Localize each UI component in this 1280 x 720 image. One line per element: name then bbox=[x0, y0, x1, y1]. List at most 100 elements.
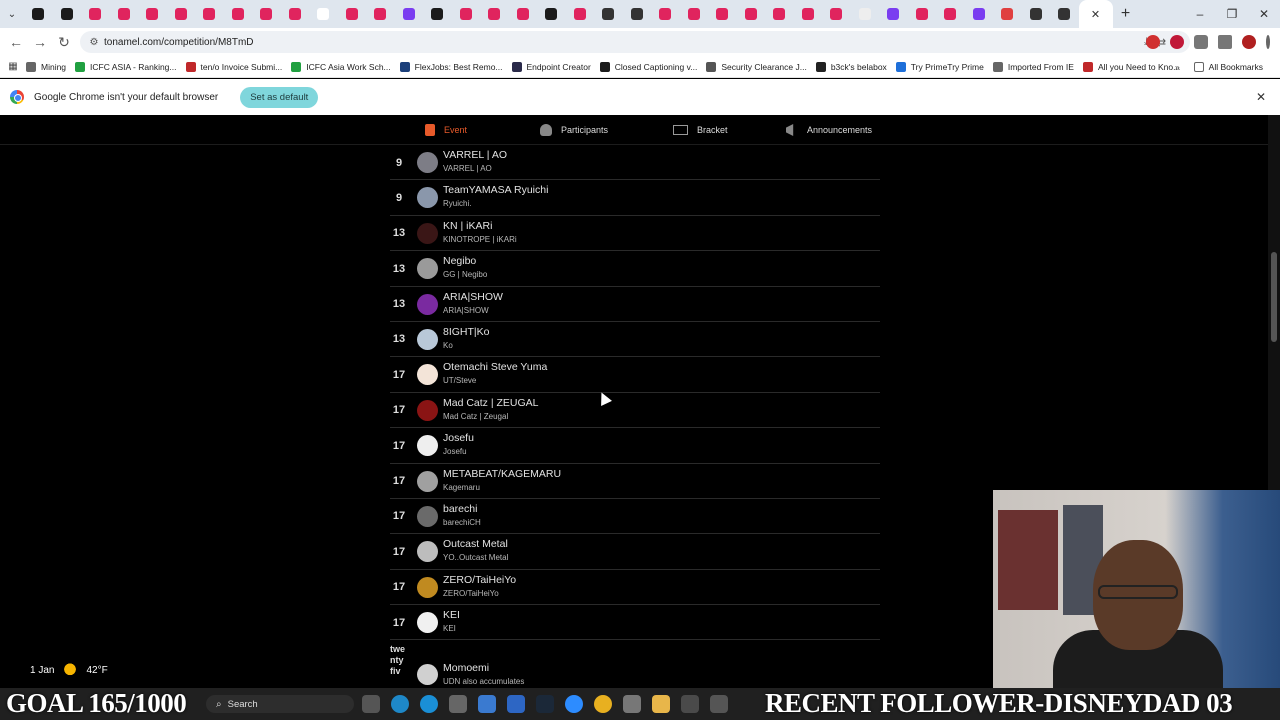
more-bookmarks-button[interactable]: » bbox=[1175, 62, 1180, 72]
participant-name[interactable]: 8IGHT|Ko bbox=[443, 326, 490, 338]
bookmark-item[interactable]: Mining bbox=[26, 61, 66, 72]
participant-name[interactable]: barechi bbox=[443, 503, 477, 515]
new-tab-button[interactable]: + bbox=[1113, 5, 1139, 23]
participant-name[interactable]: ARIA|SHOW bbox=[443, 291, 503, 303]
browser-tab[interactable] bbox=[965, 0, 994, 28]
browser-tab[interactable] bbox=[765, 0, 794, 28]
profile-avatar[interactable] bbox=[1242, 35, 1256, 49]
browser-tab[interactable] bbox=[822, 0, 851, 28]
store-icon[interactable] bbox=[507, 695, 525, 713]
browser-tab[interactable] bbox=[566, 0, 595, 28]
browser-tab[interactable] bbox=[1022, 0, 1051, 28]
standing-row[interactable]: 17 ZERO/TaiHeiYo ZERO/TaiHeiYo bbox=[390, 570, 880, 606]
standing-row[interactable]: 17 Josefu Josefu bbox=[390, 428, 880, 464]
participant-name[interactable]: KEI bbox=[443, 609, 460, 621]
browser-tab[interactable] bbox=[908, 0, 937, 28]
skype-icon[interactable] bbox=[420, 695, 438, 713]
standing-row[interactable]: 13 KN | iKARi KINOTROPE | iKARi bbox=[390, 216, 880, 252]
address-bar[interactable]: ⚙ tonamel.com/competition/M8TmD ⤓ ⇄ ☆ bbox=[80, 31, 1190, 53]
participant-name[interactable]: TeamYAMASA Ryuichi bbox=[443, 184, 548, 196]
close-window-button[interactable]: ✕ bbox=[1248, 0, 1280, 28]
standing-row[interactable]: 13 ARIA|SHOW ARIA|SHOW bbox=[390, 287, 880, 322]
bookmark-item[interactable]: Security Clearance J... bbox=[706, 61, 807, 72]
site-info-icon[interactable]: ⚙ bbox=[84, 37, 104, 48]
browser-tab[interactable] bbox=[708, 0, 737, 28]
app-icon[interactable] bbox=[623, 695, 641, 713]
browser-tab[interactable] bbox=[452, 0, 481, 28]
bookmark-item[interactable]: Try PrimeTry Prime bbox=[895, 61, 984, 72]
steam-icon[interactable] bbox=[536, 695, 554, 713]
app-icon[interactable] bbox=[449, 695, 467, 713]
browser-tab[interactable] bbox=[794, 0, 823, 28]
browser-tab[interactable] bbox=[509, 0, 538, 28]
set-as-default-button[interactable]: Set as default bbox=[240, 86, 319, 108]
browser-tab[interactable] bbox=[366, 0, 395, 28]
apps-grid-icon[interactable]: ▦ bbox=[0, 61, 26, 72]
bookmark-item[interactable]: ICFC ASIA - Ranking... bbox=[75, 61, 177, 72]
avatar[interactable] bbox=[417, 187, 438, 209]
avatar[interactable] bbox=[417, 364, 438, 386]
file-explorer-icon[interactable] bbox=[652, 695, 670, 713]
avatar[interactable] bbox=[417, 664, 438, 686]
restore-button[interactable]: ❐ bbox=[1216, 0, 1248, 28]
avatar[interactable] bbox=[417, 470, 438, 492]
forward-icon[interactable]: → bbox=[28, 34, 52, 50]
avatar[interactable] bbox=[417, 222, 438, 244]
bookmark-item[interactable]: FlexJobs: Best Remo... bbox=[399, 61, 503, 72]
app-icon[interactable] bbox=[710, 695, 728, 713]
standing-row[interactable]: 17 KEI KEI bbox=[390, 605, 880, 641]
zoom-icon[interactable] bbox=[565, 695, 583, 713]
participant-name[interactable]: Outcast Metal bbox=[443, 538, 508, 550]
browser-tab[interactable] bbox=[594, 0, 623, 28]
minimize-button[interactable]: – bbox=[1184, 0, 1216, 28]
participant-name[interactable]: ZERO/TaiHeiYo bbox=[443, 574, 516, 586]
extension-icon[interactable] bbox=[1170, 35, 1184, 49]
browser-tab[interactable] bbox=[224, 0, 253, 28]
participant-name[interactable]: METABEAT/KAGEMARU bbox=[443, 468, 561, 480]
back-icon[interactable]: ← bbox=[4, 34, 28, 50]
avatar[interactable] bbox=[417, 612, 438, 634]
avatar[interactable] bbox=[417, 576, 438, 598]
browser-tab[interactable] bbox=[138, 0, 167, 28]
extensions-puzzle-icon[interactable] bbox=[1194, 35, 1208, 49]
avatar[interactable] bbox=[417, 258, 438, 280]
bookmark-item[interactable]: Endpoint Creator bbox=[511, 61, 591, 72]
browser-tab[interactable] bbox=[309, 0, 338, 28]
participant-name[interactable]: Josefu bbox=[443, 432, 474, 444]
app-icon[interactable] bbox=[681, 695, 699, 713]
browser-tab[interactable] bbox=[167, 0, 196, 28]
avatar[interactable] bbox=[417, 541, 438, 563]
tab-bracket[interactable]: Bracket bbox=[673, 115, 728, 145]
taskbar-search[interactable]: ⌕ Search bbox=[206, 695, 354, 713]
browser-tab[interactable] bbox=[651, 0, 680, 28]
avatar[interactable] bbox=[417, 399, 438, 421]
bookmark-item[interactable]: b3ck's belabox bbox=[815, 61, 887, 72]
tab-search-icon[interactable] bbox=[1218, 35, 1232, 49]
browser-tab[interactable] bbox=[81, 0, 110, 28]
menu-icon[interactable] bbox=[1266, 35, 1270, 49]
reload-icon[interactable]: ↻ bbox=[52, 34, 76, 51]
participant-name[interactable]: Otemachi Steve Yuma bbox=[443, 361, 547, 373]
chrome-icon[interactable] bbox=[594, 695, 612, 713]
avatar[interactable] bbox=[417, 435, 438, 457]
standing-row[interactable]: 17 Mad Catz | ZEUGAL Mad Catz | Zeugal bbox=[390, 393, 880, 429]
task-view-icon[interactable] bbox=[362, 695, 380, 713]
all-bookmarks-button[interactable]: All Bookmarks bbox=[1193, 62, 1263, 72]
avatar[interactable] bbox=[417, 152, 438, 173]
browser-tab[interactable] bbox=[537, 0, 566, 28]
participant-name[interactable]: Negibo bbox=[443, 255, 476, 267]
tab-active[interactable]: ✕ bbox=[1078, 0, 1113, 28]
tab-search-dropdown-icon[interactable]: ⌄ bbox=[0, 0, 24, 28]
browser-tab[interactable] bbox=[195, 0, 224, 28]
participant-name[interactable]: Momoemi bbox=[443, 662, 489, 674]
browser-tab[interactable] bbox=[879, 0, 908, 28]
bookmark-item[interactable]: All you Need to Kno... bbox=[1082, 61, 1180, 72]
participant-name[interactable]: VARREL | AO bbox=[443, 149, 507, 161]
avatar[interactable] bbox=[417, 328, 438, 350]
edge-icon[interactable] bbox=[391, 695, 409, 713]
tab-event[interactable]: Event bbox=[425, 115, 467, 145]
standing-row[interactable]: 17 METABEAT/KAGEMARU Kagemaru bbox=[390, 464, 880, 499]
participant-name[interactable]: KN | iKARi bbox=[443, 220, 492, 232]
infobar-close-icon[interactable]: ✕ bbox=[1256, 90, 1266, 104]
standing-row[interactable]: 9 TeamYAMASA Ryuichi Ryuichi. bbox=[390, 180, 880, 216]
